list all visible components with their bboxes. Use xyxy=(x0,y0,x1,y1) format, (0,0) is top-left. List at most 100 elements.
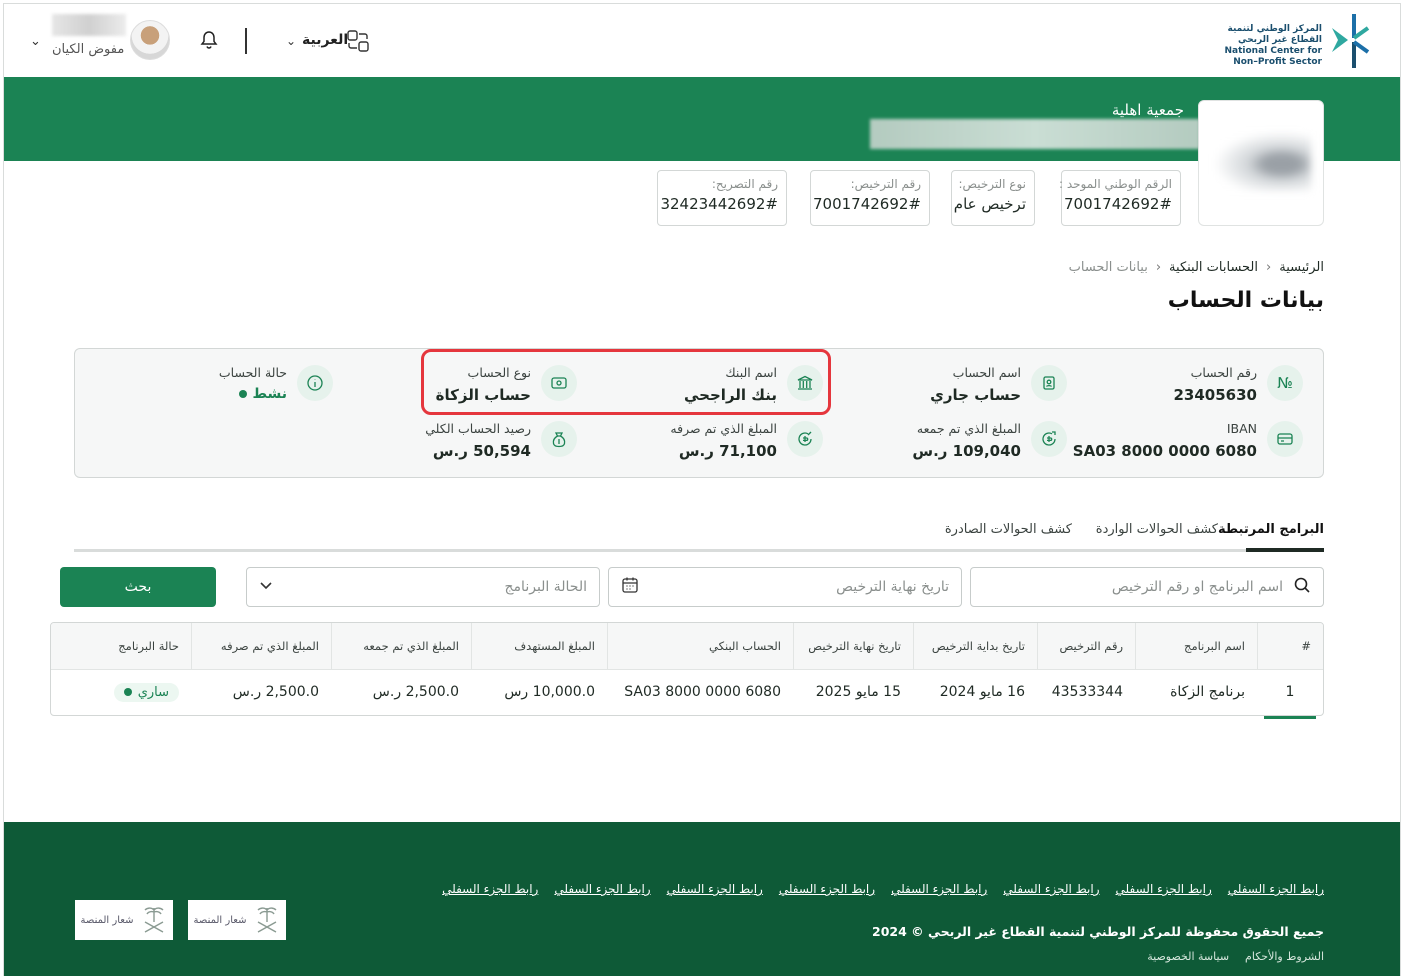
breadcrumb-current: بيانات الحساب xyxy=(1068,260,1148,275)
money-bag-icon xyxy=(541,421,577,457)
end-date-field[interactable]: تاريخ نهاية الترخيص xyxy=(608,567,962,607)
status-badge: ساري xyxy=(137,684,169,700)
col-header-license-end: تاريخ نهاية الترخيص xyxy=(793,623,913,669)
footer-link[interactable]: رابط الجزء السفلي xyxy=(1003,882,1099,896)
iban-item: IBAN SA03 8000 0000 6080 xyxy=(1073,421,1303,460)
logo-text-ar-2: القطاع غير الربحي xyxy=(1238,35,1322,45)
account-number-item: № رقم الحساب 23405630 xyxy=(1174,365,1303,404)
info-icon xyxy=(297,365,333,401)
row-accent-bar xyxy=(1264,716,1316,719)
date-placeholder: تاريخ نهاية الترخيص xyxy=(836,579,949,595)
tab-linked-programs[interactable]: البرامج المرتبطة xyxy=(1218,522,1324,537)
logo-text-en-1: National Center for xyxy=(1224,46,1322,56)
palm-swords-icon xyxy=(141,904,167,937)
breadcrumb-home[interactable]: الرئيسية xyxy=(1279,260,1324,275)
logo-text-en-2: Non–Profit Sector xyxy=(1233,57,1322,67)
status-badge: نشط xyxy=(252,386,288,402)
coin-in-icon xyxy=(1031,421,1067,457)
cell-target-amount: 10,000.0 رس xyxy=(504,684,595,700)
cell-index: 1 xyxy=(1285,684,1295,700)
col-header-program-name: اسم البرنامج xyxy=(1135,623,1257,669)
footer-link[interactable]: رابط الجزء السفلي xyxy=(1116,882,1212,896)
col-header-spent-amount: المبلغ الذي تم صرفه xyxy=(191,623,331,669)
entity-name-blurred xyxy=(870,119,1200,149)
user-menu-chevron-icon[interactable]: ⌄ xyxy=(30,34,41,49)
calendar-icon[interactable] xyxy=(621,576,639,598)
chevron-left-icon: ‹ xyxy=(1266,260,1272,275)
footer-link[interactable]: رابط الجزء السفلي xyxy=(442,882,538,896)
tab-outgoing-transfers[interactable]: كشف الحوالات الصادرة xyxy=(945,522,1072,537)
footer-link[interactable]: رابط الجزء السفلي xyxy=(667,882,763,896)
tabs-underline xyxy=(74,549,1324,552)
language-icon[interactable] xyxy=(346,29,370,57)
cell-spent-amount: 2,500.0 ر.س xyxy=(232,684,319,700)
entity-logo xyxy=(1198,100,1324,226)
avatar[interactable] xyxy=(130,20,170,60)
emblem-label: شعار المنصة xyxy=(193,914,247,926)
coin-out-icon xyxy=(787,421,823,457)
program-status-select[interactable]: الحالة البرنامج xyxy=(246,567,600,607)
col-header-license-number: رقم الترخيص xyxy=(1037,623,1135,669)
chevron-down-icon xyxy=(259,579,273,595)
user-role: مفوض الكيان xyxy=(52,42,125,57)
cell-license-start: 16 مايو 2024 xyxy=(939,684,1025,700)
top-header: المركز الوطني لتنمية القطاع غير الربحي N… xyxy=(4,4,1400,77)
chip-national-number: الرقم الوطني الموحد :7001742692# xyxy=(1059,170,1181,226)
logo-text-ar-1: المركز الوطني لتنمية xyxy=(1227,24,1322,34)
bell-icon[interactable] xyxy=(200,30,218,54)
palm-swords-icon xyxy=(254,904,280,937)
col-header-collected-amount: المبلغ الذي تم جمعه xyxy=(331,623,471,669)
entity-type-label: جمعية اهلية xyxy=(1111,101,1184,119)
footer-link[interactable]: رابط الجزء السفلي xyxy=(554,882,650,896)
search-icon xyxy=(1293,576,1311,598)
copyright-text: جميع الحقوق محفوظة للمركز الوطني لتنمية … xyxy=(872,924,1324,939)
cell-license-end: 15 مايو 2025 xyxy=(815,684,901,700)
col-header-license-start: تاريخ بداية الترخيص xyxy=(913,623,1037,669)
privacy-link[interactable]: سياسة الخصوصية xyxy=(1147,950,1229,963)
search-input[interactable]: اسم البرنامج او رقم الترخيص xyxy=(970,567,1324,607)
number-sign-icon: № xyxy=(1267,365,1303,401)
cell-program-status: ساري xyxy=(51,669,191,715)
page-title: بيانات الحساب xyxy=(1167,288,1324,313)
footer-link[interactable]: رابط الجزء السفلي xyxy=(891,882,987,896)
highlight-box xyxy=(421,349,831,415)
footer-link[interactable]: رابط الجزء السفلي xyxy=(779,882,875,896)
breadcrumb-bank-accounts[interactable]: الحسابات البنكية xyxy=(1169,260,1258,275)
status-dot xyxy=(238,390,247,398)
footer-links: رابط الجزء السفلي رابط الجزء السفلي رابط… xyxy=(442,882,1324,896)
entity-banner: جمعية اهلية xyxy=(4,77,1400,161)
footer-policy-links: الشروط والأحكام سياسة الخصوصية xyxy=(1147,950,1324,963)
account-name-item: اسم الحساب حساب جاري xyxy=(930,365,1067,404)
language-selector[interactable]: العربية xyxy=(302,32,348,48)
card-icon xyxy=(1267,421,1303,457)
account-info-card: № رقم الحساب 23405630 اسم الحساب حساب جاري… xyxy=(74,348,1324,478)
spent-amount-item: المبلغ الذي تم صرفه 71,100 ر.س xyxy=(670,421,823,460)
col-header-target-amount: المبلغ المستهدف xyxy=(471,623,607,669)
cell-bank-account: SA03 8000 0000 6080 xyxy=(624,684,781,700)
user-name-blurred xyxy=(52,14,126,36)
platform-emblem: شعار المنصة xyxy=(188,900,286,940)
emblem-label: شعار المنصة xyxy=(80,914,134,926)
status-placeholder: الحالة البرنامج xyxy=(504,579,587,595)
language-chevron-down-icon[interactable]: ⌄ xyxy=(286,34,296,48)
breadcrumb: الرئيسية ‹ الحسابات البنكية ‹ بيانات الح… xyxy=(1069,260,1324,275)
tab-incoming-transfers[interactable]: كشف الحوالات الواردة xyxy=(1096,522,1218,537)
search-placeholder: اسم البرنامج او رقم الترخيص xyxy=(1111,579,1283,595)
cell-collected-amount: 2,500.0 ر.س xyxy=(372,684,459,700)
footer-link[interactable]: رابط الجزء السفلي xyxy=(1228,882,1324,896)
balance-item: رصيد الحساب الكلي 50,594 ر.س xyxy=(425,421,577,460)
active-tab-indicator xyxy=(1246,548,1324,552)
id-badge-icon xyxy=(1031,365,1067,401)
header-divider xyxy=(245,28,247,54)
chevron-left-icon: ‹ xyxy=(1155,260,1162,275)
platform-emblem: شعار المنصة xyxy=(75,900,173,940)
account-status-item: حالة الحساب نشط xyxy=(219,365,333,402)
collected-amount-item: المبلغ الذي تم جمعه 109,040 ر.س xyxy=(912,421,1067,460)
col-header-index: # xyxy=(1257,623,1323,669)
cell-license-number: 43533344 xyxy=(1051,684,1123,700)
search-button[interactable]: بحث xyxy=(60,567,216,607)
terms-link[interactable]: الشروط والأحكام xyxy=(1245,950,1324,963)
cell-program-name[interactable]: برنامج الزكاة xyxy=(1135,669,1257,715)
chip-license-number: رقم الترخيص: 7001742692# xyxy=(810,170,930,226)
ncnp-logo xyxy=(1328,12,1372,70)
